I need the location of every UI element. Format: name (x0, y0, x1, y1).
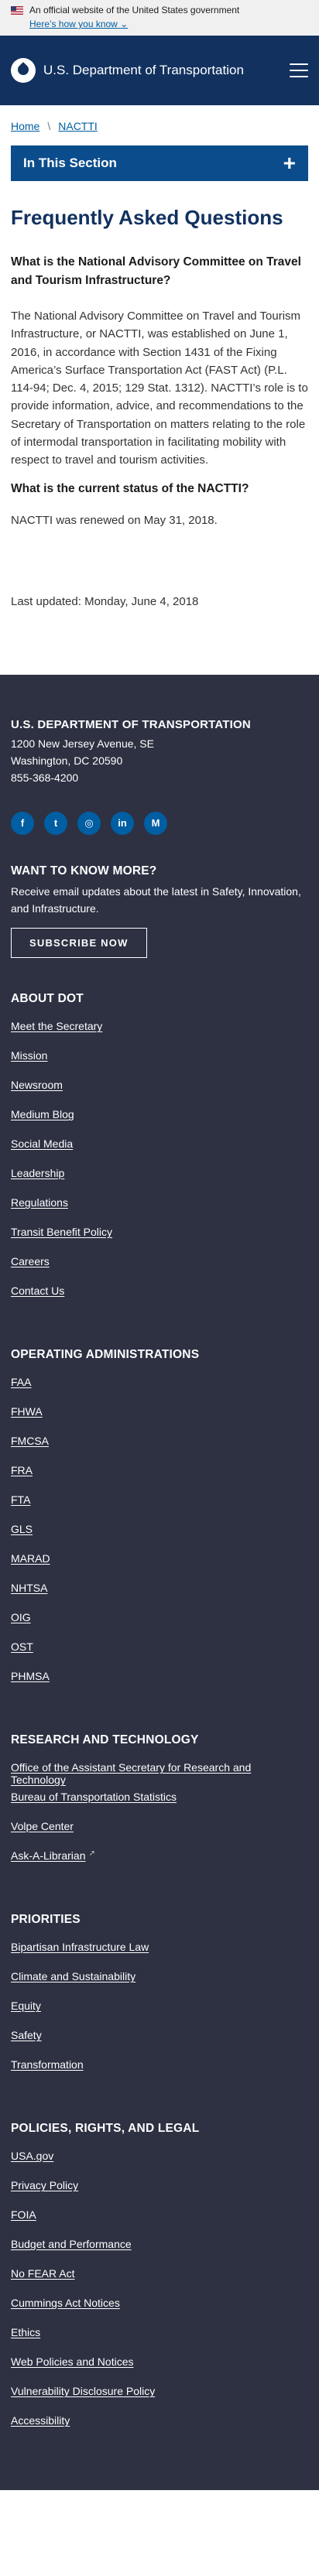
operating-administrations-links: FAA FHWA FMCSA FRA FTA GLS MARAD NHTSA O… (11, 1376, 308, 1699)
external-link-icon: ↗ (88, 1849, 95, 1859)
research-technology-links: Office of the Assistant Secretary for Re… (11, 1761, 308, 1879)
footer-phone: 855-368-4200 (11, 771, 79, 784)
footer-link-no-fear-act[interactable]: No FEAR Act (11, 2267, 74, 2280)
footer-link-gls[interactable]: GLS (11, 1523, 33, 1535)
policies-heading: POLICIES, RIGHTS, AND LEGAL (11, 2122, 200, 2136)
footer-link-mission[interactable]: Mission (11, 1049, 47, 1062)
research-technology-section: RESEARCH AND TECHNOLOGY Office of the As… (11, 1733, 308, 1879)
footer-link-ask-a-librarian[interactable]: Ask-A-Librarian (11, 1849, 85, 1862)
policies-section: POLICIES, RIGHTS, AND LEGAL USA.gov Priv… (11, 2122, 308, 2444)
footer-link-oig[interactable]: OIG (11, 1611, 31, 1623)
footer-link-nhtsa[interactable]: NHTSA (11, 1582, 47, 1594)
gov-banner-text: An official website of the United States… (29, 5, 240, 15)
footer-link-foia[interactable]: FOIA (11, 2208, 36, 2221)
heres-how-you-know-label: Here’s how you know (29, 19, 118, 29)
operating-administrations-section: OPERATING ADMINISTRATIONS FAA FHWA FMCSA… (11, 1348, 308, 1699)
faq-answer-1: The National Advisory Committee on Trave… (11, 310, 308, 467)
footer-link-ost[interactable]: OST (11, 1640, 33, 1653)
breadcrumb-current-link[interactable]: NACTTI (58, 120, 98, 132)
footer-link-regulations[interactable]: Regulations (11, 1196, 68, 1209)
about-dot-links: Meet the Secretary Mission Newsroom Medi… (11, 1020, 308, 1314)
page-title: Frequently Asked Questions (11, 206, 283, 229)
research-technology-heading: RESEARCH AND TECHNOLOGY (11, 1733, 199, 1747)
footer-link-budget-performance[interactable]: Budget and Performance (11, 2238, 132, 2250)
twitter-icon[interactable]: t (44, 811, 67, 835)
faq-question-2: What is the current status of the NACTTI… (11, 482, 249, 496)
site-footer: U.S. DEPARTMENT OF TRANSPORTATION 1200 N… (0, 675, 319, 2491)
footer-link-privacy-policy[interactable]: Privacy Policy (11, 2179, 78, 2191)
footer-link-fhwa[interactable]: FHWA (11, 1405, 43, 1418)
agency-name[interactable]: U.S. Department of Transportation (43, 63, 290, 78)
us-flag-icon (11, 5, 23, 15)
faq-answer-2: NACTTI was renewed on May 31, 2018. (11, 514, 218, 528)
footer-link-usa-gov[interactable]: USA.gov (11, 2150, 53, 2162)
facebook-icon[interactable]: f (11, 811, 34, 835)
linkedin-icon[interactable]: in (111, 811, 134, 835)
footer-link-leadership[interactable]: Leadership (11, 1167, 64, 1179)
in-this-section-label: In This Section (23, 156, 117, 170)
breadcrumb: Home \ NACTTI (0, 105, 319, 138)
footer-link-ost-r[interactable]: Office of the Assistant Secretary for Re… (11, 1761, 308, 1786)
social-links: f t ◎ in M (11, 811, 308, 835)
footer-link-volpe[interactable]: Volpe Center (11, 1820, 74, 1832)
subscribe-button[interactable]: SUBSCRIBE NOW (11, 928, 147, 959)
footer-link-vulnerability-disclosure[interactable]: Vulnerability Disclosure Policy (11, 2385, 155, 2397)
footer-link-newsroom[interactable]: Newsroom (11, 1079, 63, 1091)
footer-link-faa[interactable]: FAA (11, 1376, 31, 1388)
gov-banner-row: An official website of the United States… (11, 5, 308, 15)
chevron-down-icon: ⌄ (120, 19, 129, 29)
priorities-heading: PRIORITIES (11, 1913, 81, 1927)
footer-link-climate-sustainability[interactable]: Climate and Sustainability (11, 1970, 135, 1982)
footer-link-safety[interactable]: Safety (11, 2029, 42, 2041)
in-this-section-toggle[interactable]: In This Section + (11, 145, 308, 181)
footer-link-fra[interactable]: FRA (11, 1464, 33, 1476)
main-content: Frequently Asked Questions What is the N… (0, 206, 319, 608)
breadcrumb-home-link[interactable]: Home (11, 120, 39, 132)
dot-logo-icon[interactable] (11, 58, 36, 83)
footer-address: 1200 New Jersey Avenue, SE Washington, D… (11, 736, 308, 786)
about-dot-section: ABOUT DOT Meet the Secretary Mission New… (11, 992, 308, 1314)
operating-administrations-heading: OPERATING ADMINISTRATIONS (11, 1348, 200, 1362)
want-to-know-more-heading: WANT TO KNOW MORE? (11, 864, 157, 877)
plus-icon: + (283, 151, 296, 175)
footer-link-careers[interactable]: Careers (11, 1255, 50, 1267)
priorities-section: PRIORITIES Bipartisan Infrastructure Law… (11, 1913, 308, 2088)
heres-how-you-know-link[interactable]: Here’s how you know ⌄ (29, 19, 128, 29)
gov-banner: An official website of the United States… (0, 0, 319, 36)
instagram-icon[interactable]: ◎ (77, 811, 101, 835)
policies-links: USA.gov Privacy Policy FOIA Budget and P… (11, 2150, 308, 2444)
site-header: U.S. Department of Transportation (0, 36, 319, 105)
footer-link-ethics[interactable]: Ethics (11, 2326, 40, 2338)
footer-link-cummings-act[interactable]: Cummings Act Notices (11, 2297, 120, 2309)
faq-question-1: What is the National Advisory Committee … (11, 255, 301, 288)
footer-link-social-media[interactable]: Social Media (11, 1137, 73, 1150)
footer-link-marad[interactable]: MARAD (11, 1552, 50, 1565)
footer-link-meet-the-secretary[interactable]: Meet the Secretary (11, 1020, 102, 1032)
breadcrumb-separator: \ (47, 119, 51, 132)
footer-link-phmsa[interactable]: PHMSA (11, 1670, 50, 1682)
footer-link-bts[interactable]: Bureau of Transportation Statistics (11, 1791, 177, 1803)
medium-icon[interactable]: M (144, 811, 167, 835)
want-to-know-more-text: Receive email updates about the latest i… (11, 884, 301, 915)
footer-link-equity[interactable]: Equity (11, 2000, 41, 2012)
footer-link-bipartisan-infrastructure-law[interactable]: Bipartisan Infrastructure Law (11, 1941, 149, 1953)
footer-address-line-2: Washington, DC 20590 (11, 754, 123, 768)
footer-link-fmcsa[interactable]: FMCSA (11, 1435, 49, 1447)
footer-address-line-1: 1200 New Jersey Avenue, SE (11, 737, 154, 751)
last-updated: Last updated: Monday, June 4, 2018 (11, 595, 199, 609)
footer-org-name: U.S. DEPARTMENT OF TRANSPORTATION (11, 718, 251, 732)
about-dot-heading: ABOUT DOT (11, 992, 84, 1006)
footer-link-fta[interactable]: FTA (11, 1493, 30, 1506)
footer-link-contact-us[interactable]: Contact Us (11, 1285, 64, 1297)
priorities-links: Bipartisan Infrastructure Law Climate an… (11, 1941, 308, 2088)
footer-link-web-policies[interactable]: Web Policies and Notices (11, 2355, 133, 2368)
footer-link-accessibility[interactable]: Accessibility (11, 2414, 70, 2427)
hamburger-menu-icon[interactable] (290, 63, 308, 77)
footer-link-transformation[interactable]: Transformation (11, 2058, 84, 2071)
footer-link-transit-benefit-policy[interactable]: Transit Benefit Policy (11, 1226, 112, 1238)
footer-link-medium-blog[interactable]: Medium Blog (11, 1108, 74, 1120)
